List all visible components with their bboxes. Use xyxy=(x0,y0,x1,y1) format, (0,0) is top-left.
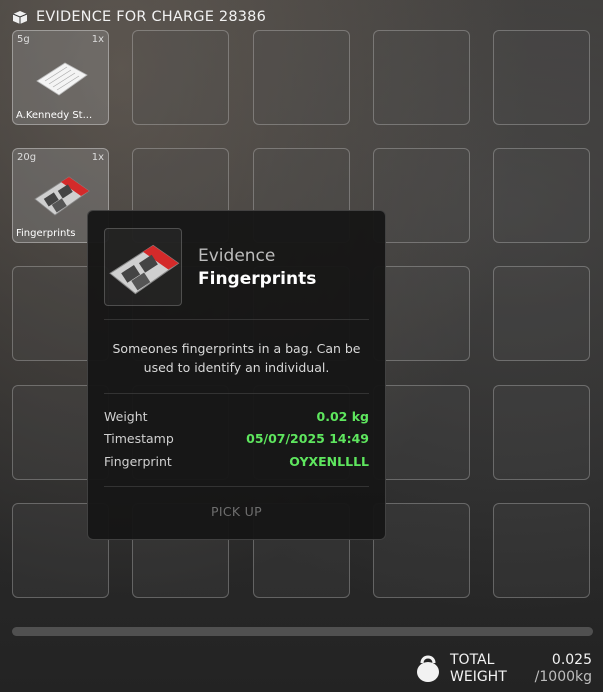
divider xyxy=(104,486,369,487)
weight-label: WEIGHT xyxy=(450,669,507,685)
tooltip-description: Someones fingerprints in a bag. Can be u… xyxy=(112,341,361,375)
tooltip-category: Evidence xyxy=(198,246,276,266)
tooltip-row-weight: Weight 0.02 kg xyxy=(104,409,369,427)
inventory-slot-empty[interactable] xyxy=(132,30,229,125)
divider xyxy=(104,393,369,394)
row-label: Fingerprint xyxy=(104,454,172,469)
row-label: Timestamp xyxy=(104,431,174,446)
inventory-slot-document[interactable]: 5g 1x A.Kennedy St... xyxy=(12,30,109,125)
row-value: 0.02 kg xyxy=(316,409,369,424)
fingerprint-bag-icon xyxy=(109,244,180,295)
tooltip-row-timestamp: Timestamp 05/07/2025 14:49 xyxy=(104,431,369,449)
inventory-header: EVIDENCE FOR CHARGE 28386 xyxy=(12,7,266,27)
inventory-slot-empty[interactable] xyxy=(373,148,470,243)
total-weight: TOTAL WEIGHT 0.025 /1000kg xyxy=(416,650,596,688)
inventory-slot-empty[interactable] xyxy=(373,385,470,480)
divider xyxy=(104,319,369,320)
row-value: 05/07/2025 14:49 xyxy=(246,431,369,446)
item-weight: 5g xyxy=(17,34,30,45)
pick-up-button[interactable]: PICK UP xyxy=(88,504,385,519)
inventory-slot-empty[interactable] xyxy=(493,503,590,598)
tooltip-item-name: Fingerprints xyxy=(198,269,317,289)
evidence-box-icon xyxy=(12,11,28,24)
document-paper-icon xyxy=(36,62,88,96)
inventory-slot-empty[interactable] xyxy=(253,30,350,125)
weight-label: TOTAL xyxy=(450,652,495,668)
item-name: A.Kennedy St... xyxy=(16,110,93,121)
tooltip-item-image xyxy=(104,228,182,306)
kettlebell-icon xyxy=(417,655,439,682)
max-weight: /1000kg xyxy=(534,669,592,685)
item-quantity: 1x xyxy=(91,152,104,163)
tooltip-row-fingerprint: Fingerprint OYXENLLLL xyxy=(104,454,369,472)
inventory-title: EVIDENCE FOR CHARGE 28386 xyxy=(36,9,267,25)
inventory-slot-empty[interactable] xyxy=(373,266,470,361)
inventory-slot-empty[interactable] xyxy=(493,266,590,361)
row-value: OYXENLLLL xyxy=(289,454,369,469)
current-weight: 0.025 xyxy=(551,652,592,668)
inventory-slot-empty[interactable] xyxy=(493,30,590,125)
item-weight: 20g xyxy=(17,152,37,163)
inventory-slot-empty[interactable] xyxy=(493,148,590,243)
item-tooltip: Evidence Fingerprints Someones fingerpri… xyxy=(87,210,386,540)
inventory-slot-empty[interactable] xyxy=(493,385,590,480)
fingerprint-bag-icon xyxy=(34,176,90,216)
horizontal-scrollbar[interactable] xyxy=(12,627,593,636)
inventory-slot-empty[interactable] xyxy=(373,30,470,125)
inventory-slot-empty[interactable] xyxy=(373,503,470,598)
item-quantity: 1x xyxy=(91,34,104,45)
row-label: Weight xyxy=(104,409,148,424)
